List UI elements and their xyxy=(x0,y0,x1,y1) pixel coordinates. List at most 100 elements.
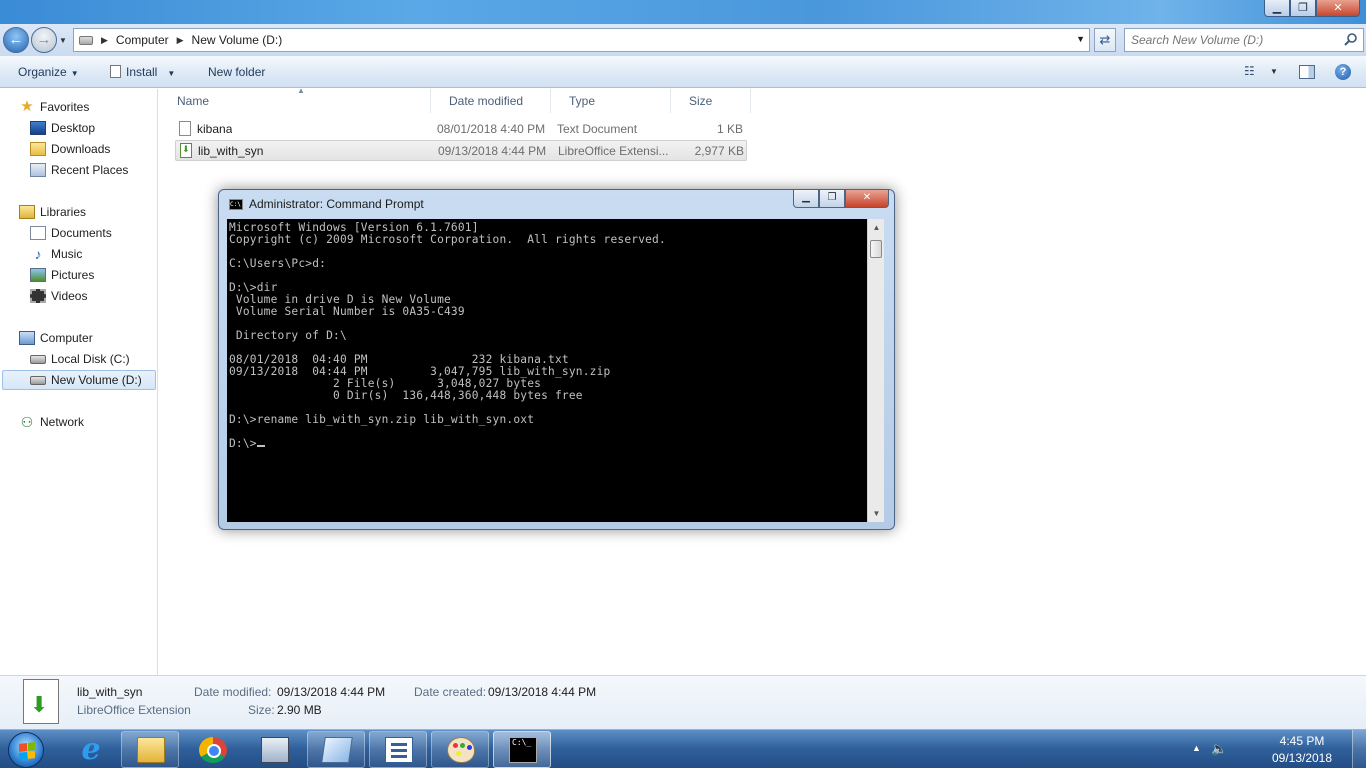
nav-favorites[interactable]: ★ Favorites xyxy=(19,97,89,117)
system-tray: ▲ 🔈 4:45 PM 09/13/2018 xyxy=(1176,730,1366,768)
details-pane: lib_with_syn LibreOffice Extension Date … xyxy=(0,675,1366,729)
column-header-type[interactable]: Type xyxy=(551,89,671,113)
cmd-maximize-button[interactable]: ❐ xyxy=(819,190,845,208)
nav-downloads[interactable]: Downloads xyxy=(30,139,110,159)
console-line: C:\Users\Pc>d: xyxy=(229,257,327,270)
nav-desktop[interactable]: Desktop xyxy=(30,118,95,138)
show-desktop-button[interactable] xyxy=(1352,730,1366,768)
nav-libraries[interactable]: Libraries xyxy=(19,202,86,222)
search-input[interactable] xyxy=(1125,29,1335,51)
minimize-button[interactable]: ▁ xyxy=(1264,0,1290,17)
nav-computer[interactable]: Computer xyxy=(19,328,93,348)
maximize-button[interactable]: ❐ xyxy=(1290,0,1316,17)
nav-new-volume[interactable]: New Volume (D:) xyxy=(2,370,156,390)
nav-music[interactable]: ♪ Music xyxy=(30,244,83,264)
column-label: Name xyxy=(177,94,210,108)
view-options-dropdown[interactable]: ▼ xyxy=(1270,67,1278,76)
nav-label: Documents xyxy=(51,226,112,240)
recent-pages-dropdown[interactable]: ▼ xyxy=(59,36,67,45)
scroll-up-icon[interactable]: ▲ xyxy=(868,219,885,236)
column-header-name[interactable]: Name ▲ xyxy=(159,86,431,113)
nav-documents[interactable]: Documents xyxy=(30,223,112,243)
address-dropdown-icon[interactable]: ▼ xyxy=(1076,34,1085,44)
downloads-folder-icon xyxy=(30,142,46,156)
explorer-title-bar: ▁ ❐ ✕ xyxy=(0,0,1366,24)
back-button[interactable]: ← xyxy=(3,27,29,53)
extension-file-large-icon xyxy=(23,679,59,724)
scroll-thumb[interactable] xyxy=(870,240,882,258)
cmd-close-button[interactable]: ✕ xyxy=(845,190,889,208)
paint-icon xyxy=(447,737,475,763)
network-icon: ⚇ xyxy=(20,414,34,430)
taskbar-remote-desktop[interactable] xyxy=(245,731,303,768)
organize-button[interactable]: Organize ▼ xyxy=(18,65,79,79)
breadcrumb-computer[interactable]: Computer xyxy=(116,33,169,47)
cmd-minimize-button[interactable]: ▁ xyxy=(793,190,819,208)
details-size: 2.90 MB xyxy=(277,703,322,717)
file-name: kibana xyxy=(197,122,233,136)
nav-videos[interactable]: Videos xyxy=(30,286,87,306)
close-button[interactable]: ✕ xyxy=(1316,0,1360,17)
nav-pictures[interactable]: Pictures xyxy=(30,265,94,285)
desktop-icon xyxy=(30,121,46,135)
nav-recent-places[interactable]: Recent Places xyxy=(30,160,128,180)
taskbar-paint[interactable] xyxy=(431,731,489,768)
documents-icon xyxy=(30,226,46,240)
breadcrumb-new-volume[interactable]: New Volume (D:) xyxy=(192,33,283,47)
search-icon[interactable] xyxy=(1344,32,1358,46)
volume-icon[interactable]: 🔈 xyxy=(1211,741,1227,757)
show-hidden-icons-icon[interactable]: ▲ xyxy=(1192,743,1201,753)
install-button[interactable]: Install ▼ xyxy=(110,65,175,79)
file-size: 1 KB xyxy=(716,122,743,136)
column-header-size[interactable]: Size xyxy=(671,89,751,113)
internet-explorer-icon: e xyxy=(81,732,101,767)
details-date-modified-label: Date modified: xyxy=(194,685,272,699)
nav-label: Local Disk (C:) xyxy=(51,352,130,366)
details-date-created-label: Date created: xyxy=(414,685,487,699)
new-folder-button[interactable]: New folder xyxy=(208,65,265,79)
windows-orb-icon xyxy=(8,732,44,768)
file-type: LibreOffice Extensi... xyxy=(558,144,669,158)
nav-label: Recent Places xyxy=(51,163,129,177)
refresh-button[interactable]: ⇄ xyxy=(1094,28,1116,52)
scroll-down-icon[interactable]: ▼ xyxy=(868,505,885,522)
taskbar-notepad[interactable] xyxy=(307,731,365,768)
command-prompt-title-bar[interactable]: C:\ Administrator: Command Prompt xyxy=(229,197,424,211)
chevron-right-icon[interactable]: ▶ xyxy=(177,35,184,46)
address-bar[interactable]: ▶ Computer ▶ New Volume (D:) ▼ xyxy=(73,28,1090,52)
file-size: 2,977 KB xyxy=(694,144,744,158)
libraries-icon xyxy=(19,205,35,219)
file-row-kibana[interactable]: kibana 08/01/2018 4:40 PM Text Document … xyxy=(175,119,747,140)
clock-time[interactable]: 4:45 PM xyxy=(1267,734,1337,748)
clock-date[interactable]: 09/13/2018 xyxy=(1267,751,1337,765)
nav-local-disk[interactable]: Local Disk (C:) xyxy=(30,349,130,369)
command-prompt-window[interactable]: C:\ Administrator: Command Prompt ▁ ❐ ✕ … xyxy=(218,189,895,530)
nav-label: Computer xyxy=(40,331,93,345)
nav-network[interactable]: ⚇ Network xyxy=(19,412,84,432)
console-line: D:\>rename lib_with_syn.zip lib_with_syn… xyxy=(229,413,535,426)
file-row-lib-with-syn[interactable]: lib_with_syn 09/13/2018 4:44 PM LibreOff… xyxy=(175,140,747,161)
preview-pane-icon[interactable] xyxy=(1299,65,1315,79)
taskbar-internet-explorer[interactable]: e xyxy=(61,731,119,768)
chevron-down-icon: ▼ xyxy=(167,69,176,78)
nav-label: Videos xyxy=(51,289,88,303)
command-prompt-controls: ▁ ❐ ✕ xyxy=(793,190,889,208)
change-view-icon[interactable]: ☷ xyxy=(1244,64,1255,78)
file-name: lib_with_syn xyxy=(198,144,264,158)
help-icon[interactable]: ? xyxy=(1335,64,1351,80)
console-scrollbar[interactable]: ▲ ▼ xyxy=(867,219,884,522)
taskbar-command-prompt[interactable]: C:\_ xyxy=(493,731,551,768)
column-header-date-modified[interactable]: Date modified xyxy=(431,89,551,113)
search-box[interactable] xyxy=(1124,28,1364,52)
forward-button[interactable]: → xyxy=(31,27,57,53)
chevron-right-icon[interactable]: ▶ xyxy=(101,35,108,46)
console-output[interactable]: Microsoft Windows [Version 6.1.7601] Copy… xyxy=(227,219,867,522)
start-button[interactable] xyxy=(2,730,50,768)
taskbar-windows-explorer[interactable] xyxy=(121,731,179,768)
taskbar-wordpad[interactable] xyxy=(369,731,427,768)
command-prompt-icon: C:\_ xyxy=(509,737,537,763)
videos-icon xyxy=(30,289,46,303)
file-date: 08/01/2018 4:40 PM xyxy=(437,122,546,136)
taskbar-chrome[interactable] xyxy=(183,731,241,768)
